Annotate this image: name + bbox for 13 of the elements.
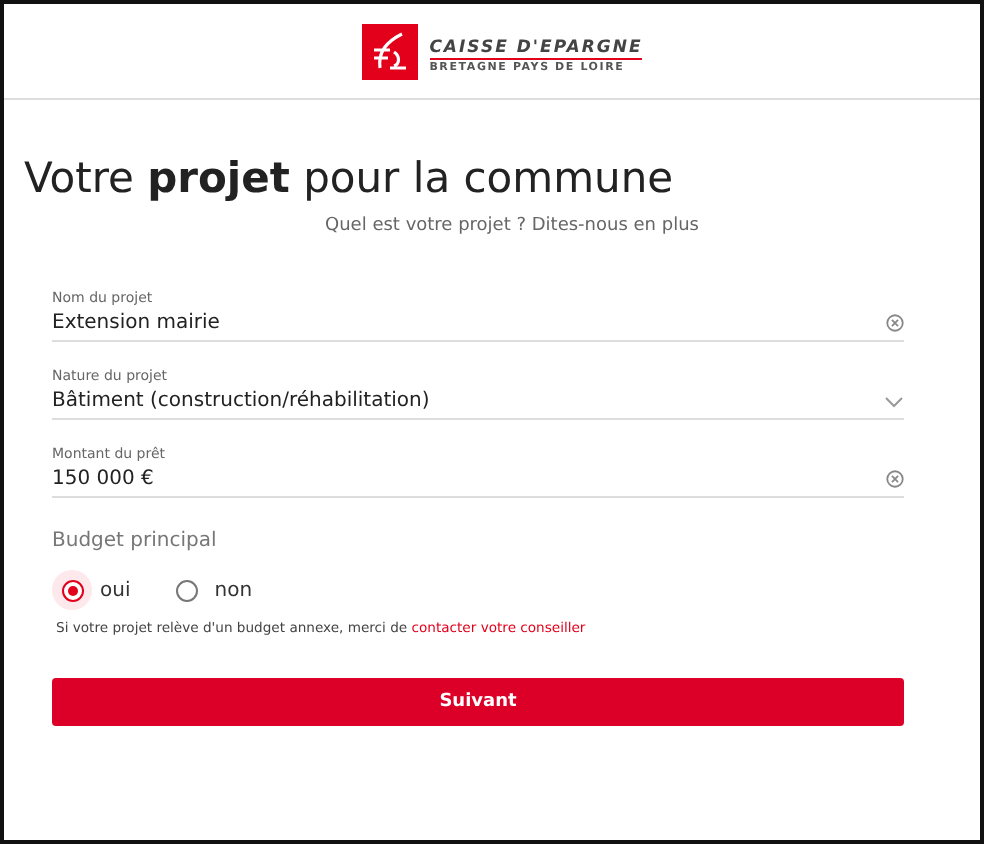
budget-label: Budget principal	[52, 530, 219, 552]
brand-name: CAISSE D'EPARGNE	[429, 38, 643, 60]
radio-label[interactable]: non	[214, 579, 253, 601]
radio-button[interactable]	[175, 579, 198, 601]
chevron-down-icon	[884, 395, 904, 407]
page-title: Votre projet pour la commune	[24, 152, 676, 204]
clear-icon[interactable]	[886, 314, 904, 332]
page-subtitle: Quel est votre projet ? Dites-nous en plus	[323, 216, 701, 236]
next-button[interactable]: Suivant	[52, 678, 904, 726]
radio-button[interactable]	[61, 579, 83, 601]
radio-label[interactable]: oui	[100, 579, 131, 601]
clear-icon[interactable]	[886, 470, 904, 488]
logo-icon	[361, 23, 418, 79]
